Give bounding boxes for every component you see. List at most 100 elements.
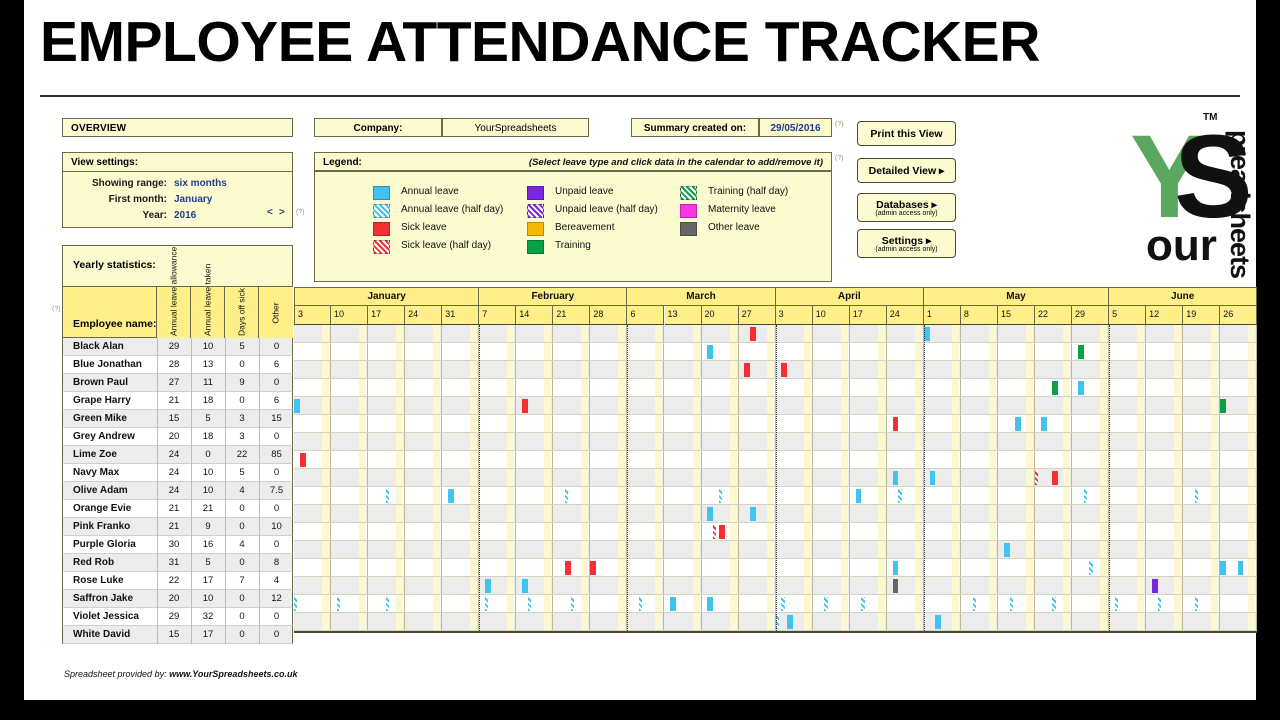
calendar-week-cell[interactable]: [516, 595, 554, 612]
calendar-week-cell[interactable]: [1183, 397, 1221, 414]
calendar-week-cell[interactable]: [331, 415, 369, 432]
calendar-week-cell[interactable]: [702, 559, 739, 576]
leave-block-sick[interactable]: [590, 561, 597, 575]
calendar-week-cell[interactable]: [627, 433, 665, 450]
calendar-week-cell[interactable]: [553, 361, 591, 378]
calendar-week-cell[interactable]: [1035, 325, 1073, 342]
calendar-week-cell[interactable]: [776, 415, 813, 432]
calendar-week-cell[interactable]: [1109, 361, 1147, 378]
calendar-week-cell[interactable]: [553, 451, 591, 468]
calendar-week-cell[interactable]: [998, 577, 1035, 594]
leave-block-other[interactable]: [892, 579, 899, 593]
calendar-week-cell[interactable]: [665, 577, 702, 594]
calendar-week-cell[interactable]: [516, 343, 554, 360]
calendar-week-cell[interactable]: [998, 469, 1035, 486]
calendar-week-cell[interactable]: [702, 613, 739, 630]
calendar-week-cell[interactable]: [627, 541, 665, 558]
calendar-week-cell[interactable]: [702, 541, 739, 558]
calendar-week-cell[interactable]: [1220, 505, 1258, 522]
calendar-week-cell[interactable]: [998, 379, 1035, 396]
calendar-week-cell[interactable]: [516, 433, 554, 450]
calendar-week-cell[interactable]: [702, 451, 739, 468]
calendar-week-cell[interactable]: [442, 397, 480, 414]
calendar-week-cell[interactable]: [627, 325, 665, 342]
calendar-week-cell[interactable]: [405, 343, 443, 360]
calendar-week-cell[interactable]: [590, 541, 628, 558]
calendar-week-cell[interactable]: [961, 433, 998, 450]
leave-block-annual[interactable]: [1220, 561, 1227, 575]
calendar-week-cell[interactable]: [998, 595, 1035, 612]
calendar-week-cell[interactable]: [998, 343, 1035, 360]
calendar-week-cell[interactable]: [702, 361, 739, 378]
table-row[interactable]: Green Mike 15 5 3 15: [62, 410, 293, 428]
calendar-week-cell[interactable]: [1072, 433, 1110, 450]
calendar-week-cell[interactable]: [1220, 595, 1258, 612]
calendar-week-cell[interactable]: [813, 595, 850, 612]
calendar-week-cell[interactable]: [590, 505, 628, 522]
leave-block-sick[interactable]: [299, 453, 306, 467]
calendar-week-cell[interactable]: [442, 379, 480, 396]
calendar-week-cell[interactable]: [739, 595, 776, 612]
calendar-week-cell[interactable]: [442, 451, 480, 468]
calendar-week-cell[interactable]: [850, 325, 887, 342]
leave-block-annual-half[interactable]: [639, 597, 643, 611]
calendar-week-cell[interactable]: [1072, 469, 1110, 486]
calendar-week-cell[interactable]: [850, 361, 887, 378]
calendar-week-cell[interactable]: [776, 505, 813, 522]
table-row[interactable]: Lime Zoe 24 0 22 85: [62, 446, 293, 464]
calendar-week-cell[interactable]: [850, 343, 887, 360]
calendar-week-cell[interactable]: [739, 505, 776, 522]
calendar-week-cell[interactable]: [405, 469, 443, 486]
calendar-week-cell[interactable]: [887, 451, 924, 468]
leave-block-annual-half[interactable]: [861, 597, 865, 611]
calendar-week-cell[interactable]: [590, 487, 628, 504]
calendar-week-cell[interactable]: [294, 487, 332, 504]
calendar-week-cell[interactable]: [1220, 577, 1258, 594]
calendar-week-cell[interactable]: [998, 613, 1035, 630]
calendar-week-cell[interactable]: [405, 433, 443, 450]
calendar-week-cell[interactable]: [294, 343, 332, 360]
calendar-week-cell[interactable]: [776, 451, 813, 468]
leave-block-annual-half[interactable]: [1009, 597, 1013, 611]
calendar-week-cell[interactable]: [813, 577, 850, 594]
calendar-week-cell[interactable]: [961, 343, 998, 360]
calendar-week-cell[interactable]: [553, 415, 591, 432]
table-row[interactable]: Red Rob 31 5 0 8: [62, 554, 293, 572]
calendar-week-cell[interactable]: [331, 343, 369, 360]
calendar-week-cell[interactable]: [739, 433, 776, 450]
leave-block-annual[interactable]: [750, 507, 757, 521]
calendar-week-cell[interactable]: [331, 541, 369, 558]
calendar-week-cell[interactable]: [590, 343, 628, 360]
calendar-week-cell[interactable]: [590, 577, 628, 594]
calendar-week-cell[interactable]: [850, 595, 887, 612]
calendar-week-cell[interactable]: [813, 325, 850, 342]
settings-button[interactable]: Settings ▸ (admin access only): [857, 229, 956, 258]
calendar-week-cell[interactable]: [590, 361, 628, 378]
calendar-week-cell[interactable]: [1183, 541, 1221, 558]
calendar-week-cell[interactable]: [1183, 595, 1221, 612]
calendar-week-cell[interactable]: [850, 523, 887, 540]
calendar-week-cell[interactable]: [1035, 487, 1073, 504]
calendar-week-cell[interactable]: [627, 451, 665, 468]
calendar-week-cell[interactable]: [331, 577, 369, 594]
calendar-week-cell[interactable]: [516, 361, 554, 378]
calendar-week-cell[interactable]: [516, 541, 554, 558]
summary-date-cell[interactable]: 29/05/2016: [759, 118, 832, 137]
calendar-week-cell[interactable]: [627, 343, 665, 360]
calendar-week-cell[interactable]: [850, 541, 887, 558]
table-row[interactable]: Brown Paul 27 11 9 0: [62, 374, 293, 392]
leave-block-annual[interactable]: [855, 489, 862, 503]
calendar-week-cell[interactable]: [368, 415, 406, 432]
calendar-week-cell[interactable]: [516, 487, 554, 504]
calendar-week-cell[interactable]: [1146, 559, 1184, 576]
calendar-week-cell[interactable]: [961, 523, 998, 540]
calendar-week-cell[interactable]: [850, 451, 887, 468]
calendar-week-cell[interactable]: [1109, 397, 1147, 414]
calendar-week-cell[interactable]: [961, 487, 998, 504]
calendar-week-cell[interactable]: [294, 613, 332, 630]
calendar-week-cell[interactable]: [813, 451, 850, 468]
calendar-week-cell[interactable]: [627, 415, 665, 432]
calendar-week-cell[interactable]: [590, 397, 628, 414]
calendar-week-cell[interactable]: [1035, 523, 1073, 540]
calendar-week-cell[interactable]: [368, 505, 406, 522]
